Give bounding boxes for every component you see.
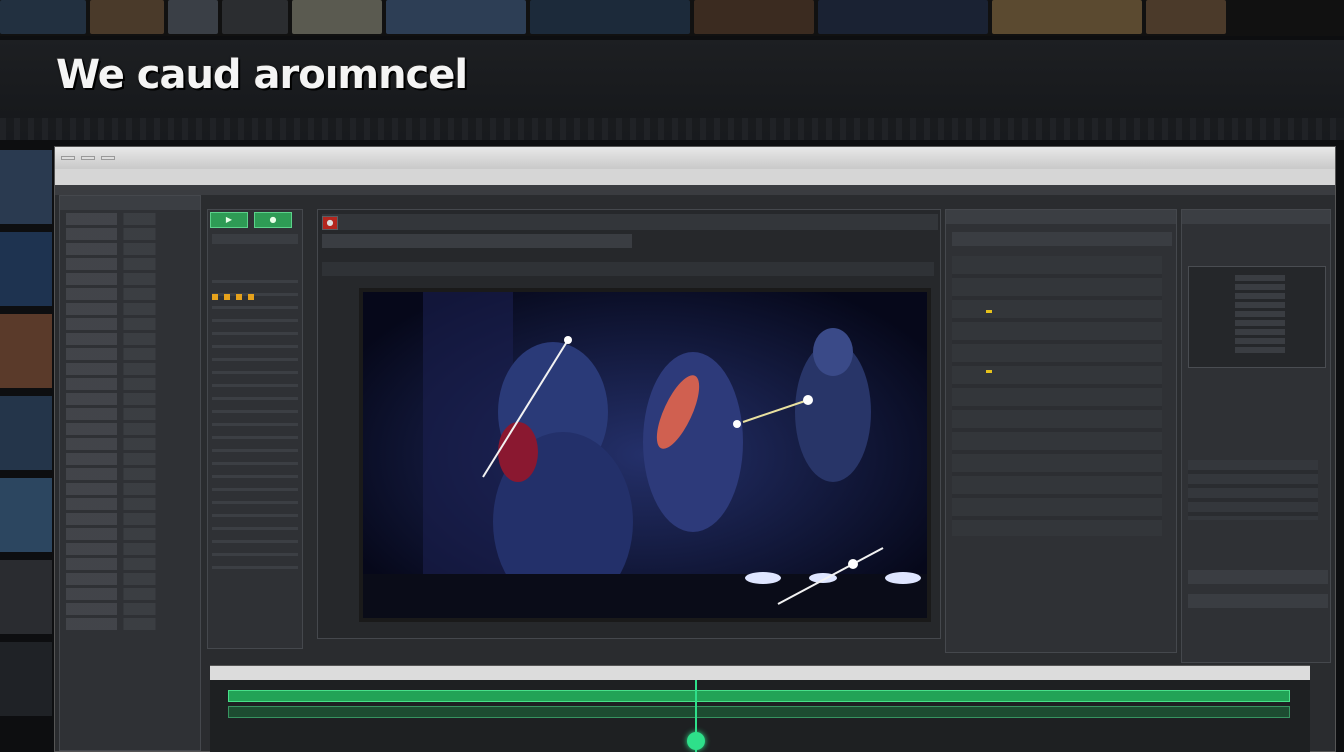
- audio-track-clip[interactable]: [228, 706, 1290, 718]
- list-item[interactable]: [66, 498, 194, 510]
- thumbnail-strip: [0, 0, 1344, 36]
- side-photo: [0, 396, 52, 470]
- property-list[interactable]: [952, 256, 1162, 536]
- side-photo: [0, 642, 52, 716]
- viewer-subtoolbar: [322, 262, 934, 276]
- value-marker: [986, 370, 992, 373]
- list-item[interactable]: [66, 288, 194, 300]
- list-item[interactable]: [66, 588, 194, 600]
- scope-bars: [1235, 275, 1285, 355]
- control-field[interactable]: [1188, 570, 1328, 584]
- effects-panel: ▶ ●: [207, 209, 303, 649]
- thumbnail[interactable]: [992, 0, 1142, 34]
- panel-header: [946, 210, 1176, 224]
- thumbnail[interactable]: [386, 0, 526, 34]
- timeline-header: [210, 666, 1310, 680]
- thumbnail[interactable]: [90, 0, 164, 34]
- thumbnail[interactable]: [168, 0, 218, 34]
- list-item[interactable]: [66, 303, 194, 315]
- scope-display: [1188, 266, 1326, 368]
- list-item[interactable]: [66, 438, 194, 450]
- side-photo: [0, 478, 52, 552]
- side-photo: [0, 150, 52, 224]
- title-bar: [55, 147, 1335, 169]
- list-item[interactable]: [66, 423, 194, 435]
- side-photo: [0, 232, 52, 306]
- list-item[interactable]: [66, 483, 194, 495]
- keyframe-marker[interactable]: [236, 294, 242, 300]
- list-item[interactable]: [66, 318, 194, 330]
- list-item[interactable]: [66, 348, 194, 360]
- media-browser-panel: [59, 195, 201, 751]
- list-item[interactable]: [66, 468, 194, 480]
- thumbnail[interactable]: [222, 0, 288, 34]
- control-field[interactable]: [1188, 594, 1328, 608]
- list-item[interactable]: [66, 273, 194, 285]
- panel-header: [1182, 210, 1330, 224]
- list-item[interactable]: [66, 513, 194, 525]
- list-item[interactable]: [66, 558, 194, 570]
- keyframe-marker[interactable]: [224, 294, 230, 300]
- side-photo-strip: [0, 150, 52, 750]
- background-toolbar: [0, 118, 1344, 140]
- timeline-panel: [210, 665, 1310, 752]
- list-item[interactable]: [66, 408, 194, 420]
- thumbnail[interactable]: [1146, 0, 1226, 34]
- video-track-clip[interactable]: [228, 690, 1290, 702]
- title-tab[interactable]: [81, 156, 95, 160]
- scopes-panel: [1181, 209, 1331, 663]
- record-button[interactable]: ●: [254, 212, 292, 228]
- list-item[interactable]: [66, 228, 194, 240]
- list-item[interactable]: [66, 603, 194, 615]
- param-slider[interactable]: [212, 234, 298, 244]
- list-item[interactable]: [66, 213, 194, 225]
- list-item[interactable]: [66, 393, 194, 405]
- list-item[interactable]: [66, 618, 194, 630]
- title-tab[interactable]: [101, 156, 115, 160]
- viewer-toolbar: ●: [322, 214, 938, 230]
- panel-header: [60, 196, 200, 210]
- list-item[interactable]: [66, 573, 194, 585]
- list-item[interactable]: [66, 378, 194, 390]
- play-button[interactable]: ▶: [210, 212, 248, 228]
- list-item[interactable]: [66, 528, 194, 540]
- side-photo: [0, 314, 52, 388]
- keyframe-marker[interactable]: [248, 294, 254, 300]
- scrubber-bar[interactable]: [322, 234, 632, 248]
- record-icon[interactable]: ●: [322, 216, 338, 230]
- side-photo: [0, 560, 52, 634]
- editor-window: ▶ ● ●: [54, 146, 1336, 752]
- menu-bar: [55, 169, 1335, 185]
- status-line: [55, 185, 1335, 195]
- list-item[interactable]: [66, 363, 194, 375]
- thumbnail[interactable]: [0, 0, 86, 34]
- value-marker: [986, 310, 992, 313]
- headline: We caud aroımncel: [56, 52, 468, 98]
- title-tab[interactable]: [61, 156, 75, 160]
- list-item[interactable]: [66, 243, 194, 255]
- param-list[interactable]: [212, 270, 298, 570]
- keyframe-marker[interactable]: [212, 294, 218, 300]
- thumbnail[interactable]: [694, 0, 814, 34]
- list-item[interactable]: [66, 258, 194, 270]
- list-item[interactable]: [66, 453, 194, 465]
- inspector-panel: [945, 209, 1177, 653]
- thumbnail[interactable]: [818, 0, 988, 34]
- list-item[interactable]: [66, 543, 194, 555]
- video-preview[interactable]: [359, 288, 931, 622]
- inspector-field[interactable]: [952, 232, 1172, 246]
- thumbnail[interactable]: [292, 0, 382, 34]
- video-frame-image: [363, 292, 927, 618]
- playhead-handle[interactable]: [687, 732, 705, 750]
- list-item[interactable]: [66, 333, 194, 345]
- control-grid[interactable]: [1188, 460, 1318, 520]
- thumbnail[interactable]: [530, 0, 690, 34]
